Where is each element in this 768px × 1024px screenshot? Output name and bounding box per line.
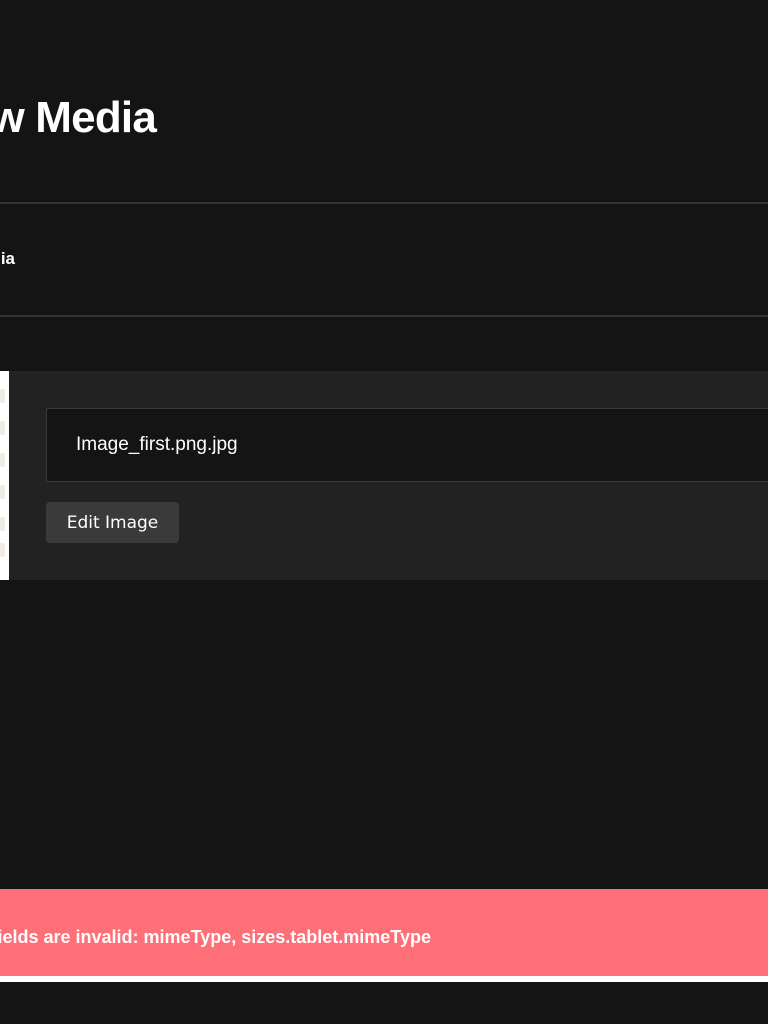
- header-divider: [0, 202, 768, 204]
- image-thumbnail: [0, 371, 9, 580]
- page-title: New Media: [0, 93, 157, 142]
- error-message: The following fields are invalid: mimeTy…: [0, 927, 431, 947]
- tabs-divider: [0, 315, 768, 317]
- toast-progress-bar: [0, 976, 768, 982]
- thumbnail-detail: [0, 517, 5, 531]
- thumbnail-detail: [0, 421, 5, 435]
- error-toast[interactable]: The following fields are invalid: mimeTy…: [0, 889, 768, 976]
- edit-image-button[interactable]: Edit Image: [46, 502, 179, 543]
- thumbnail-detail: [0, 389, 5, 403]
- page: New Media Media Edit Image The following…: [0, 0, 768, 1024]
- thumbnail-detail: [0, 453, 5, 467]
- filename-input[interactable]: [46, 408, 768, 482]
- file-upload-card: Edit Image: [0, 371, 768, 580]
- thumbnail-detail: [0, 543, 5, 557]
- tab-media[interactable]: Media: [0, 248, 15, 270]
- thumbnail-detail: [0, 485, 5, 499]
